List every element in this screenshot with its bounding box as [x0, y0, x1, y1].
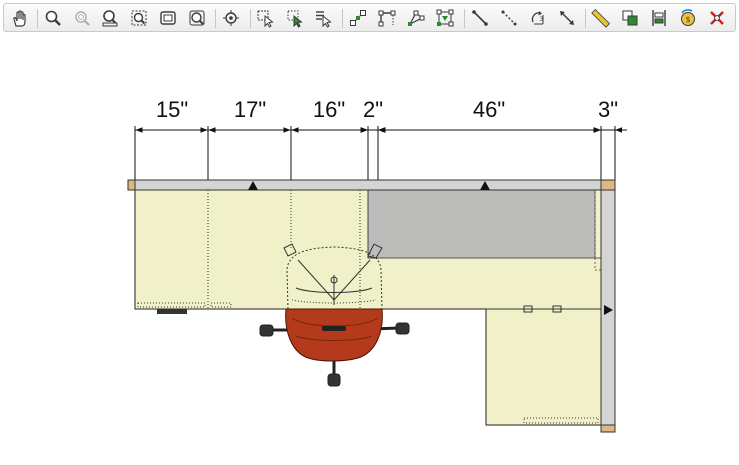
dimension-label-17: 17" [233, 97, 267, 122]
select-arrow-icon [257, 10, 274, 28]
delete-icon [710, 11, 724, 25]
cable-grommet [157, 309, 187, 314]
dashed-line-icon [501, 10, 517, 26]
dimension-label-3: 3" [597, 97, 619, 122]
zoom-extents-icon [160, 11, 176, 25]
edit-corner-button[interactable] [376, 7, 398, 29]
zoom-previous-button[interactable] [186, 7, 208, 29]
select-arrow-button[interactable] [255, 7, 277, 29]
plan-canvas[interactable]: 15" 17" 16" 2" 46" 3" [0, 34, 739, 465]
dimension-label-2: 2" [362, 97, 384, 122]
zoom-fill-button[interactable] [99, 7, 121, 29]
edit-handles-icon [436, 9, 454, 27]
edit-shape-button[interactable] [405, 7, 427, 29]
edit-points-button[interactable] [347, 7, 369, 29]
align-objects-icon [652, 10, 666, 26]
zoom-extents-button[interactable] [157, 7, 179, 29]
dimension-label-16: 16" [312, 97, 346, 122]
dashed-line-button[interactable] [498, 7, 520, 29]
edit-shape-icon [408, 10, 425, 26]
rotate-3d-icon: 3 [531, 11, 544, 25]
edit-handles-button[interactable] [434, 7, 456, 29]
zoom-button[interactable] [42, 7, 64, 29]
zoom-fill-icon [102, 10, 118, 27]
marquee-select-icon [287, 10, 303, 28]
zoom-window-button[interactable] [128, 7, 150, 29]
toolbar-separator [464, 9, 465, 28]
pricing-icon: $ [681, 9, 695, 26]
toolbar: 3 $ [3, 3, 736, 32]
dimension-label-15: 15" [155, 97, 189, 122]
marquee-select-button[interactable] [284, 7, 306, 29]
toolbar-separator [215, 9, 216, 28]
center-view-icon [223, 10, 239, 26]
copy-objects-button[interactable] [619, 7, 641, 29]
measure-ruler-icon [591, 8, 611, 28]
copy-objects-icon [622, 10, 638, 26]
draw-line-icon [472, 10, 488, 26]
dimension-label-46: 46" [472, 97, 506, 122]
select-list-button[interactable] [312, 7, 334, 29]
overhead-storage[interactable] [367, 189, 596, 259]
draw-line-button[interactable] [469, 7, 491, 29]
dimension-chain [134, 126, 616, 180]
zoom-icon [45, 10, 61, 26]
panel-end-cap-left [127, 179, 136, 191]
svg-text:3: 3 [540, 16, 544, 23]
pan-hand-button[interactable] [8, 7, 30, 29]
toolbar-separator [250, 9, 251, 28]
dimension-button[interactable] [556, 7, 578, 29]
chair-handle [322, 326, 346, 331]
rotate-3d-button[interactable]: 3 [527, 7, 549, 29]
toolbar-separator [585, 9, 586, 28]
center-view-button[interactable] [220, 7, 242, 29]
dimension-icon [560, 11, 574, 25]
toolbar-separator [37, 9, 38, 28]
chair-seat [285, 308, 383, 362]
zoom-out-icon [75, 11, 90, 26]
align-objects-button[interactable] [648, 7, 670, 29]
toolbar-separator [342, 9, 343, 28]
measure-ruler-button[interactable] [590, 7, 612, 29]
zoom-out-button[interactable] [71, 7, 93, 29]
select-list-icon [316, 11, 332, 28]
zoom-window-icon [131, 10, 147, 26]
edit-corner-icon [378, 10, 396, 27]
back-panel[interactable] [134, 179, 602, 191]
pricing-button[interactable]: $ [677, 7, 699, 29]
panel-end-cap-bottom [600, 424, 616, 433]
pricing-symbol: $ [685, 15, 690, 24]
edit-points-icon [350, 10, 366, 26]
delete-button[interactable] [706, 7, 728, 29]
return-worksurface[interactable] [485, 308, 602, 426]
pan-hand-icon [13, 10, 26, 27]
panel-corner-post [600, 179, 616, 191]
zoom-previous-icon [189, 10, 205, 26]
